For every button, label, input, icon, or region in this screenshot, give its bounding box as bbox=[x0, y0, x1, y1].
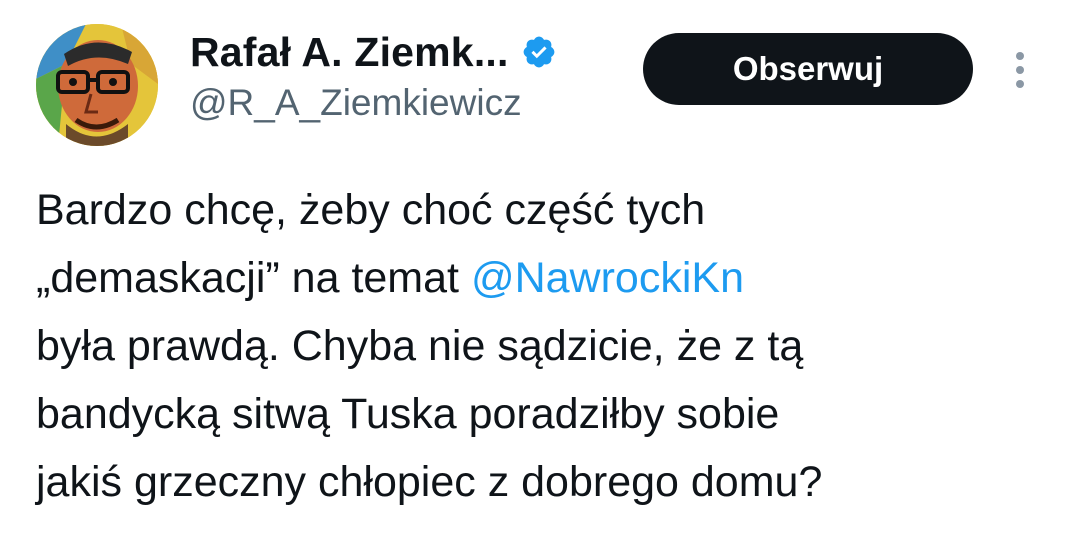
follow-button[interactable]: Obserwuj bbox=[643, 33, 973, 105]
mention-link[interactable]: @NawrockiKn bbox=[471, 254, 744, 302]
avatar-portrait-image bbox=[36, 24, 158, 146]
author-row: Rafał A. Ziemk... bbox=[190, 26, 557, 78]
more-options-button[interactable] bbox=[1008, 48, 1032, 92]
verified-badge-icon[interactable] bbox=[521, 34, 557, 70]
tweet-text-fragment: „demaskacji” na temat bbox=[36, 254, 471, 302]
tweet-text: Bardzo chcę, żeby choć część tych „demas… bbox=[36, 176, 1066, 516]
tweet-line: Bardzo chcę, żeby choć część tych bbox=[36, 186, 706, 234]
tweet-line: bandycką sitwą Tuska poradziłby sobie bbox=[36, 390, 780, 438]
author-name[interactable]: Rafał A. Ziemk... bbox=[190, 29, 509, 76]
avatar[interactable] bbox=[36, 24, 158, 146]
more-vertical-icon bbox=[1016, 52, 1024, 88]
author-handle[interactable]: @R_A_Ziemkiewicz bbox=[190, 82, 522, 124]
tweet-line: jakiś grzeczny chłopiec z dobrego domu? bbox=[36, 458, 823, 506]
tweet-line: „demaskacji” na temat @NawrockiKn bbox=[36, 244, 1066, 312]
tweet-line: była prawdą. Chyba nie sądzicie, że z tą bbox=[36, 322, 804, 370]
